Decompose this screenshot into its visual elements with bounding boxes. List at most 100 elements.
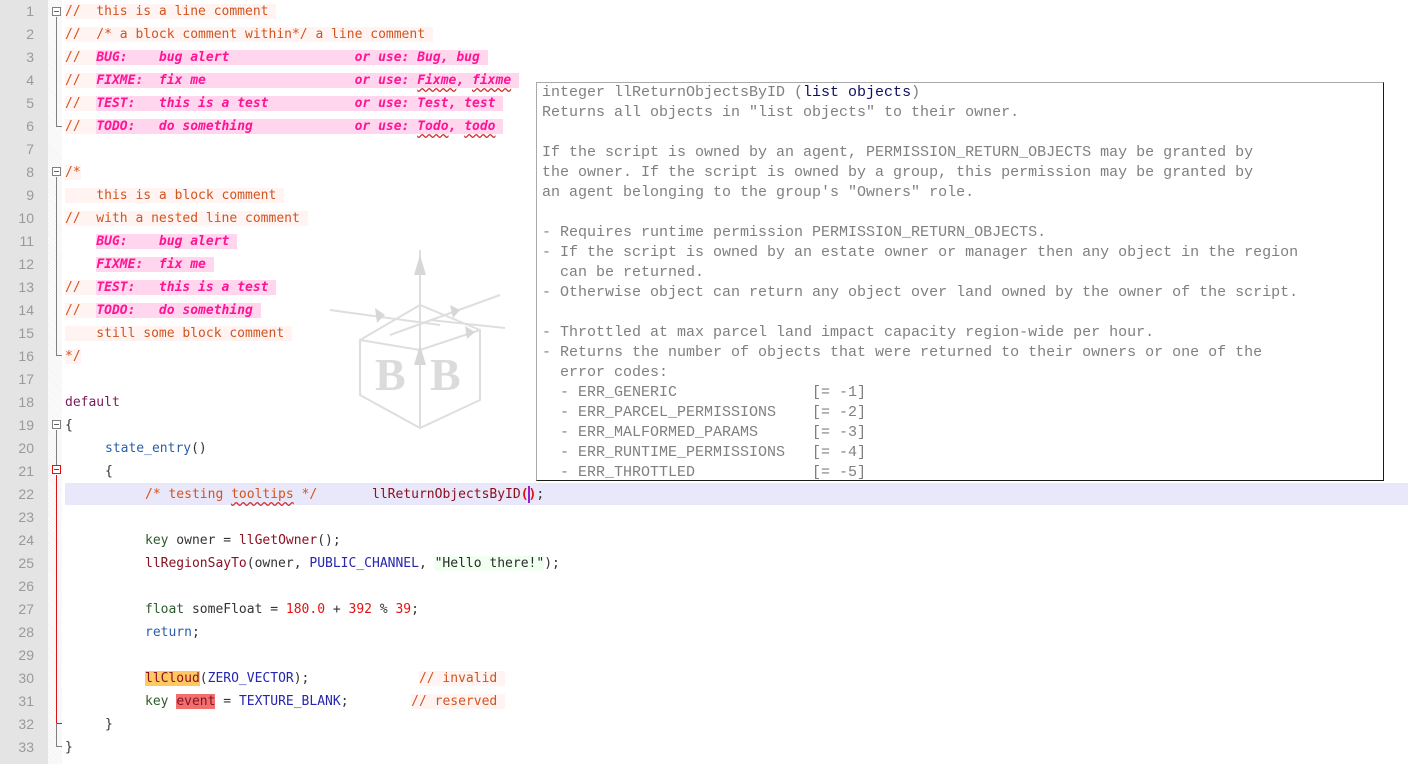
line-number: 17 <box>18 371 34 387</box>
identifier: someFloat = <box>184 602 286 617</box>
todo-tag-comment: TODO: do something <box>96 303 261 318</box>
line-number: 13 <box>18 279 34 295</box>
line-number: 6 <box>26 118 34 134</box>
code-line-32: 32} <box>0 713 1408 736</box>
separator: , <box>456 73 473 88</box>
close-brace: } <box>65 740 73 755</box>
separator: , <box>418 556 435 571</box>
tooltip-line: - Requires runtime permission PERMISSION… <box>542 224 1047 241</box>
line-number: 25 <box>18 555 34 571</box>
identifier: owner = <box>168 533 239 548</box>
todo-tag-comment: TODO: do something or use: <box>96 119 418 134</box>
line-number: 27 <box>18 601 34 617</box>
open-brace: { <box>65 418 73 433</box>
punctuation: (); <box>317 533 341 548</box>
line-number: 32 <box>18 716 34 732</box>
semicolon: ; <box>536 487 545 502</box>
line-number: 30 <box>18 670 34 686</box>
spelling-error[interactable]: tooltips <box>231 487 294 502</box>
line-number: 22 <box>18 486 34 502</box>
spelling-error[interactable]: Todo <box>417 119 448 134</box>
punctuation: ); <box>544 556 560 571</box>
function-call: llGetOwner <box>238 533 318 548</box>
operator: % <box>372 602 396 617</box>
tooltip-line: Returns all objects in "list objects" to… <box>542 104 1020 121</box>
close-brace: } <box>105 717 113 732</box>
signature-return: integer llReturnObjectsByID ( <box>542 84 804 101</box>
line-number: 21 <box>18 463 34 479</box>
block-comment: this is a block comment <box>65 188 285 203</box>
line-number: 33 <box>18 739 34 755</box>
line-number: 10 <box>18 210 34 226</box>
paren: ( <box>199 671 208 686</box>
code-line-24: 24 key owner = llGetOwner(); <box>0 529 1408 552</box>
type-keyword: key <box>145 533 169 548</box>
string-literal: "Hello there!" <box>434 556 545 571</box>
block-comment-end: */ <box>65 349 81 364</box>
trailing-space <box>511 73 519 88</box>
code-line-25: 25 llRegionSayTo(owner, PUBLIC_CHANNEL, "… <box>0 552 1408 575</box>
tooltip-error-code: - ERR_PARCEL_PERMISSIONS [= -2] <box>542 404 867 421</box>
tooltip-line: - Throttled at max parcel land impact ca… <box>542 324 1155 341</box>
deprecated-function: llCloud <box>145 671 200 686</box>
semicolon: ; <box>411 602 419 617</box>
tooltip-line: If the script is owned by an agent, PERM… <box>542 144 1254 161</box>
code-line-30: 30 llCloud(ZERO_VECTOR); // invalid <box>0 667 1408 690</box>
line-number: 20 <box>18 440 34 456</box>
tooltip-line: can be returned. <box>542 264 705 281</box>
spelling-error[interactable]: todo <box>464 119 495 134</box>
tooltip-line: an agent belonging to the group's "Owner… <box>542 184 975 201</box>
code-line-2: 2 // /* a block comment within*/ a line c… <box>0 23 1408 46</box>
line-number: 15 <box>18 325 34 341</box>
block-comment: // with a nested line comment <box>65 211 308 226</box>
number-literal: 392 <box>348 602 372 617</box>
test-tag-comment: TEST: this is a test <box>96 280 277 295</box>
semicolon: ; <box>191 625 200 640</box>
tooltip-line: - If the script is owned by an estate ow… <box>542 244 1299 261</box>
bug-tag-comment: BUG: bug alert <box>96 234 238 249</box>
comment-prefix: // <box>65 303 97 318</box>
line-number: 5 <box>26 95 34 111</box>
code-line-26: 26 <box>0 575 1408 598</box>
spelling-error[interactable]: fixme <box>472 73 511 88</box>
tooltip-line: - Returns the number of objects that wer… <box>542 344 1263 361</box>
line-number: 24 <box>18 532 34 548</box>
signature-close: ) <box>911 84 921 101</box>
code-line-27: 27 float someFloat = 180.0 + 392 % 39; <box>0 598 1408 621</box>
line-number: 12 <box>18 256 34 272</box>
inline-comment: /* testing <box>145 487 232 502</box>
tooltip-line: error codes: <box>542 364 669 381</box>
function-tooltip: integer llReturnObjectsByID (list object… <box>536 82 1384 481</box>
line-number: 2 <box>26 26 34 42</box>
line-number: 31 <box>18 693 34 709</box>
bug-tag-comment: BUG: bug alert or use: Bug, bug <box>96 50 488 65</box>
comment-prefix: // <box>65 50 97 65</box>
function-call-with-tooltip[interactable]: llReturnObjectsByID <box>372 487 521 502</box>
comment-prefix <box>65 257 96 272</box>
tooltip-error-code: - ERR_GENERIC [= -1] <box>542 384 867 401</box>
line-comment: // invalid <box>418 671 506 686</box>
line-number: 23 <box>18 509 34 525</box>
constant: PUBLIC_CHANNEL <box>309 556 419 571</box>
constant: TEXTURE_BLANK <box>238 694 341 709</box>
tooltip-error-code: - ERR_RUNTIME_PERMISSIONS [= -4] <box>542 444 867 461</box>
line-number: 11 <box>19 233 34 249</box>
number-literal: 39 <box>395 602 412 617</box>
line-number: 18 <box>18 394 34 410</box>
punctuation: ); <box>293 671 310 686</box>
argument: (owner, <box>246 556 310 571</box>
code-line-22: 22 /* testing tooltips */ llReturnObjects… <box>0 483 1408 506</box>
semicolon: ; <box>340 694 349 709</box>
line-number: 28 <box>18 624 34 640</box>
tooltip-line: the owner. If the script is owned by a g… <box>542 164 1254 181</box>
code-line-3: 3 // BUG: bug alert or use: Bug, bug <box>0 46 1408 69</box>
line-comment: // this is a line comment <box>65 4 277 19</box>
fixme-tag-comment: FIXME: fix me or use: <box>96 73 418 88</box>
tooltip-line: - Otherwise object can return any object… <box>542 284 1299 301</box>
parens: () <box>191 441 207 456</box>
line-number: 29 <box>18 647 34 663</box>
number-literal: 180.0 <box>285 602 326 617</box>
spelling-error[interactable]: Fixme <box>417 73 456 88</box>
return-keyword: return <box>145 625 192 640</box>
